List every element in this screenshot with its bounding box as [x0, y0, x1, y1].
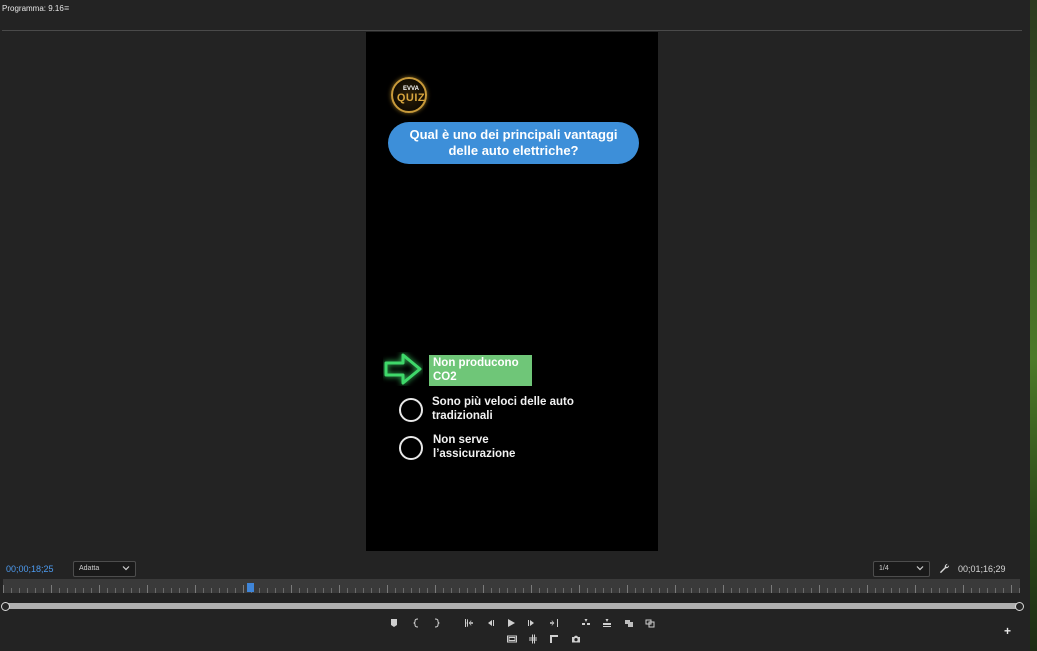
- chevron-down-icon: [122, 566, 130, 571]
- export-frame-button[interactable]: [569, 632, 583, 646]
- answer-option: Non serve l’assicurazione: [433, 434, 516, 460]
- current-timecode[interactable]: 00;00;18;25: [6, 564, 54, 574]
- play-icon: [508, 619, 515, 627]
- add-button[interactable]: +: [1004, 624, 1011, 638]
- lift-icon: [625, 620, 633, 627]
- playback-resolution-select[interactable]: 1/4: [873, 561, 930, 577]
- time-ruler[interactable]: [3, 579, 1020, 593]
- quiz-logo: EVVA QUIZ: [391, 77, 427, 113]
- mark-out-icon: [434, 618, 440, 628]
- extract-icon: [645, 619, 655, 628]
- playback-resolution-value: 1/4: [879, 565, 889, 572]
- question-bubble: Qual è uno dei principali vantaggi delle…: [388, 122, 639, 164]
- mark-in-icon: [413, 618, 419, 628]
- duration-timecode: 00;01;16;29: [958, 564, 1006, 574]
- insert-icon: [582, 619, 590, 625]
- safe-margins-icon: [507, 635, 517, 643]
- panel-header: Programma: 9.16 ≡: [0, 0, 1030, 31]
- overwrite-icon: [603, 619, 611, 627]
- zoom-level-select[interactable]: Adatta: [73, 561, 136, 577]
- chevron-down-icon: [916, 566, 924, 571]
- hamburger-menu-icon[interactable]: ≡: [64, 3, 69, 13]
- step-forward-icon: [528, 620, 534, 626]
- camera-icon: [572, 635, 580, 643]
- wrench-icon[interactable]: [939, 563, 950, 574]
- insert-button[interactable]: [579, 616, 593, 630]
- go-to-out-button[interactable]: [547, 616, 561, 630]
- comparison-view-button[interactable]: [526, 632, 540, 646]
- answer-option: Sono più veloci delle auto tradizionali: [432, 396, 574, 422]
- lift-button[interactable]: [622, 616, 636, 630]
- zoom-scrollbar[interactable]: [5, 603, 1020, 609]
- program-monitor-frame[interactable]: EVVA QUIZ Qual è uno dei principali vant…: [366, 32, 658, 551]
- panel-title[interactable]: Programma: 9.16: [2, 4, 64, 13]
- header-divider: [2, 30, 1022, 31]
- step-back-icon: [488, 620, 494, 626]
- overwrite-button[interactable]: [600, 616, 614, 630]
- go-to-out-icon: [550, 619, 558, 627]
- circle-outline-icon: [399, 436, 423, 460]
- zoom-handle-left[interactable]: [1, 602, 10, 611]
- comparison-view-icon: [529, 634, 537, 644]
- proxy-toggle-icon: [550, 635, 558, 643]
- logo-big-text: QUIZ: [396, 92, 426, 104]
- step-forward-button[interactable]: [525, 616, 539, 630]
- zoom-handle-right[interactable]: [1015, 602, 1024, 611]
- add-marker-button[interactable]: [387, 616, 401, 630]
- add-marker-icon: [391, 619, 397, 627]
- mark-in-button[interactable]: [410, 616, 424, 630]
- zoom-level-value: Adatta: [79, 565, 100, 572]
- mark-out-button[interactable]: [429, 616, 443, 630]
- ruler-major-ticks: [3, 585, 1020, 593]
- safe-margins-button[interactable]: [505, 632, 519, 646]
- go-to-in-icon: [465, 619, 473, 627]
- arrow-right-icon: [384, 353, 422, 385]
- play-button[interactable]: [504, 616, 518, 630]
- background-strip: [1030, 0, 1037, 651]
- go-to-in-button[interactable]: [462, 616, 476, 630]
- playhead[interactable]: [247, 583, 254, 592]
- circle-outline-icon: [399, 398, 423, 422]
- step-back-button[interactable]: [483, 616, 497, 630]
- proxy-toggle-button[interactable]: [547, 632, 561, 646]
- answer-correct: Non producono CO2: [429, 355, 532, 386]
- extract-button[interactable]: [643, 616, 657, 630]
